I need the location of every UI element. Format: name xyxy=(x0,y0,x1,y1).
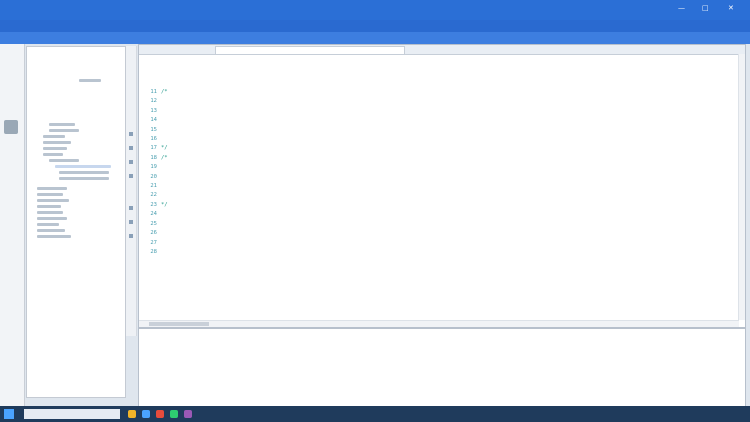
code-text[interactable]: /* *//* */ xyxy=(161,88,739,257)
project-tree xyxy=(26,46,126,398)
code-line[interactable] xyxy=(161,163,739,172)
tree-node[interactable] xyxy=(37,187,67,190)
fold-gutter xyxy=(126,46,137,336)
line-number: 20 xyxy=(150,173,157,180)
code-editor[interactable]: 11 12 13 14 15 16 17 18 19 20 21 22 23 24 25 26 27 28 /* *… xyxy=(138,44,746,328)
tree-node[interactable] xyxy=(37,229,65,232)
line-number: 13 xyxy=(150,107,157,114)
code-line[interactable] xyxy=(161,182,739,191)
line-number: 27 xyxy=(150,239,157,246)
code-line[interactable]: /* xyxy=(161,88,739,97)
code-line[interactable] xyxy=(161,97,739,106)
code-line[interactable] xyxy=(161,210,739,219)
code-line[interactable]: /* xyxy=(161,154,739,163)
line-number: 22 xyxy=(150,192,157,199)
tree-node[interactable] xyxy=(43,147,67,150)
menu-bar xyxy=(0,20,750,32)
tree-node[interactable] xyxy=(37,217,67,220)
tree-node[interactable] xyxy=(43,141,71,144)
line-number: 23 xyxy=(150,201,157,208)
line-number: 26 xyxy=(150,230,157,237)
code-line[interactable] xyxy=(161,107,739,116)
windows-start-icon[interactable] xyxy=(4,409,14,419)
vertical-scrollbar[interactable] xyxy=(738,54,745,320)
line-number: 12 xyxy=(150,98,157,105)
code-line[interactable] xyxy=(161,135,739,144)
browser-icon[interactable] xyxy=(142,410,150,418)
tree-node[interactable] xyxy=(49,129,79,132)
window-title-bar: — □ ✕ xyxy=(0,0,750,20)
tree-node-selected[interactable] xyxy=(55,165,111,168)
fold-marker[interactable] xyxy=(129,174,133,178)
code-line[interactable] xyxy=(161,126,739,135)
activity-strip xyxy=(0,44,25,406)
fold-marker[interactable] xyxy=(129,160,133,164)
app-icon[interactable] xyxy=(170,410,178,418)
fold-marker[interactable] xyxy=(129,206,133,210)
line-number: 24 xyxy=(150,211,157,218)
tree-node[interactable] xyxy=(43,153,63,156)
line-number: 16 xyxy=(150,136,157,143)
tree-node[interactable] xyxy=(37,193,63,196)
code-line[interactable] xyxy=(161,219,739,228)
code-line[interactable]: */ xyxy=(161,201,739,210)
tree-node[interactable] xyxy=(59,177,109,180)
folder-icon[interactable] xyxy=(128,410,136,418)
line-number: 17 xyxy=(150,145,157,152)
line-number: 18 xyxy=(150,154,157,161)
close-button[interactable]: ✕ xyxy=(728,4,734,12)
taskbar xyxy=(0,406,750,422)
maximize-button[interactable]: □ xyxy=(702,4,709,12)
line-number: 25 xyxy=(150,220,157,227)
code-line[interactable] xyxy=(161,116,739,125)
tree-node[interactable] xyxy=(37,199,69,202)
app-icon[interactable] xyxy=(156,410,164,418)
tree-node[interactable] xyxy=(59,171,109,174)
code-line[interactable] xyxy=(161,191,739,200)
fold-marker[interactable] xyxy=(129,234,133,238)
line-number: 28 xyxy=(150,248,157,255)
tree-node[interactable] xyxy=(49,123,75,126)
line-number: 21 xyxy=(150,183,157,190)
scrollbar-thumb[interactable] xyxy=(149,322,209,326)
fold-marker[interactable] xyxy=(129,146,133,150)
editor-tab[interactable] xyxy=(215,46,405,54)
taskbar-search-input[interactable] xyxy=(24,409,120,419)
tree-node[interactable] xyxy=(37,223,59,226)
tree-node[interactable] xyxy=(49,159,79,162)
fold-marker[interactable] xyxy=(129,220,133,224)
line-number: 11 xyxy=(150,89,157,95)
line-number: 14 xyxy=(150,117,157,124)
tree-node[interactable] xyxy=(37,235,71,238)
fold-marker[interactable] xyxy=(129,132,133,136)
code-line[interactable] xyxy=(161,238,739,247)
editor-tab-strip xyxy=(139,45,745,55)
toolbar xyxy=(0,32,750,44)
tree-node[interactable] xyxy=(37,211,63,214)
explorer-icon[interactable] xyxy=(4,120,18,134)
code-line[interactable] xyxy=(161,248,739,257)
tree-node[interactable] xyxy=(79,79,101,82)
tree-node[interactable] xyxy=(43,135,65,138)
app-icon[interactable] xyxy=(184,410,192,418)
tree-node[interactable] xyxy=(37,205,61,208)
code-line[interactable] xyxy=(161,229,739,238)
line-number: 19 xyxy=(150,164,157,171)
code-line[interactable]: */ xyxy=(161,144,739,153)
line-numbers: 11 12 13 14 15 16 17 18 19 20 21 22 23 24 25 26 27 28 xyxy=(143,88,157,257)
horizontal-scrollbar[interactable] xyxy=(139,320,739,327)
minimize-button[interactable]: — xyxy=(678,4,685,12)
console-panel xyxy=(138,328,746,408)
code-line[interactable] xyxy=(161,173,739,182)
line-number: 15 xyxy=(150,126,157,133)
